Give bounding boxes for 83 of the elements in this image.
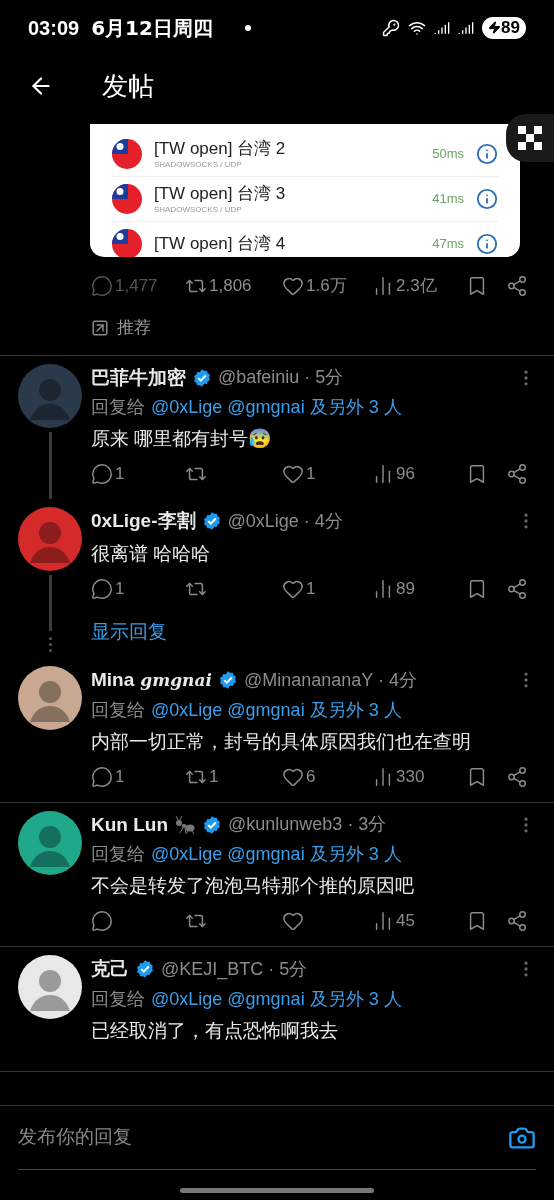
like-icon[interactable]: [282, 910, 304, 932]
user-name[interactable]: 克己: [91, 955, 129, 984]
page-title: 发帖: [102, 69, 154, 103]
status-date: 6月12日周四: [91, 14, 213, 42]
reply-text: 内部一切正常，封号的具体原因我们也在查明: [91, 729, 472, 754]
count-text: 2.3亿: [396, 275, 437, 298]
flag-icon: [112, 184, 142, 214]
info-icon: [476, 188, 498, 210]
user-name[interactable]: Mina: [91, 666, 135, 695]
show-replies-link[interactable]: 显示回复: [91, 609, 167, 654]
reply-to-link[interactable]: @0xLige @gmgnai 及另外 3 人: [151, 841, 402, 868]
count-text: 1: [209, 765, 219, 788]
count-text: 1,806: [209, 275, 252, 298]
latency-text: 50ms: [432, 145, 464, 164]
user-name[interactable]: 0xLige-李割: [91, 507, 196, 536]
embedded-image[interactable]: [TW open] 台湾 2 SHADOWSOCKS / UDP 50ms [TW open] 台湾 3 SHADOWSOCKS / UDP 41ms [TW open] 台湾 4 47ms: [90, 124, 520, 257]
recommended-icon: [91, 318, 109, 337]
count-text: 96: [396, 463, 415, 486]
name-tag: gmgnai: [140, 667, 212, 693]
count-text: 6: [306, 765, 316, 788]
flag-icon: [112, 139, 142, 169]
count-text: 45: [396, 910, 415, 933]
server-name: [TW open] 台湾 4: [154, 233, 287, 255]
reply-text: 原来 哪里都有封号😰: [91, 427, 274, 451]
reply-icon[interactable]: [91, 577, 113, 600]
battery-indicator: 89: [482, 16, 526, 39]
count-text: 1: [115, 765, 125, 788]
share-icon[interactable]: [506, 577, 528, 600]
info-icon: [476, 143, 498, 165]
reply-text: 很离谱 哈哈哈: [91, 541, 212, 566]
reply-to-label: 回复给: [91, 843, 145, 866]
share-icon[interactable]: [506, 275, 528, 297]
user-name[interactable]: Kun Lun: [91, 810, 169, 839]
handle-time: @bafeiniu · 5分: [218, 366, 344, 390]
count-text: 1: [306, 577, 316, 600]
share-icon[interactable]: [506, 765, 528, 788]
signal-icon: [458, 19, 475, 36]
handle-time: @MinanananaY · 4分: [243, 668, 417, 692]
server-name: [TW open] 台湾 3: [154, 183, 287, 205]
like-icon[interactable]: [282, 463, 304, 485]
latency-text: 47ms: [432, 235, 464, 254]
handle-time: @KEJI_BTC · 5分: [161, 957, 308, 982]
reply-to-label: 回复给: [91, 396, 145, 419]
avatar[interactable]: [18, 810, 82, 875]
reply-to-label: 回复给: [91, 698, 145, 722]
handle-time: @0xLige · 4分: [227, 509, 343, 533]
flag-icon: [112, 229, 142, 257]
server-name: [TW open] 台湾 2: [154, 138, 287, 160]
count-text: 330: [396, 765, 425, 788]
reply-text: 已经取消了，有点恐怖啊我去: [91, 1018, 339, 1043]
latency-text: 41ms: [432, 190, 464, 209]
share-icon[interactable]: [506, 463, 528, 485]
reply-text: 不会是转发了泡泡马特那个推的原因吧: [91, 874, 415, 898]
reply-icon[interactable]: [91, 463, 113, 485]
avatar[interactable]: [18, 955, 82, 1019]
reply-to-link[interactable]: @0xLige @gmgnai 及另外 3 人: [151, 985, 402, 1013]
count-text: 1: [115, 463, 125, 486]
reply-to-label: 回复给: [91, 987, 145, 1011]
signal-icon: [434, 19, 451, 36]
like-icon[interactable]: [282, 275, 304, 297]
floating-grid-button[interactable]: [506, 114, 554, 162]
count-text: 1,477: [115, 275, 158, 298]
reply-to-link[interactable]: @0xLige @gmgnai 及另外 3 人: [151, 394, 402, 421]
grid-icon: [518, 126, 542, 150]
reply-to-link[interactable]: @0xLige @gmgnai 及另外 3 人: [151, 696, 402, 724]
handle-time: @kunlunweb3 · 3分: [228, 813, 387, 837]
reply-icon[interactable]: [91, 910, 113, 932]
count-text: 1: [306, 463, 316, 486]
vpn-key-icon: [382, 18, 401, 37]
server-protocol: SHADOWSOCKS / UDP: [154, 159, 243, 170]
avatar[interactable]: [18, 666, 82, 730]
info-icon: [476, 233, 498, 255]
reply-input-field[interactable]: 发布你的回复: [18, 1106, 536, 1170]
reply-icon[interactable]: [91, 275, 113, 297]
count-text: 1.6万: [306, 275, 347, 298]
recommended-label: 推荐: [117, 317, 151, 339]
status-time: 03:09: [28, 15, 80, 41]
user-name[interactable]: 巴菲牛加密: [91, 363, 186, 392]
share-icon[interactable]: [506, 910, 528, 932]
server-protocol: SHADOWSOCKS / UDP: [154, 204, 243, 215]
count-text: 1: [115, 577, 125, 600]
reply-icon[interactable]: [91, 765, 113, 788]
count-text: 89: [396, 577, 415, 600]
